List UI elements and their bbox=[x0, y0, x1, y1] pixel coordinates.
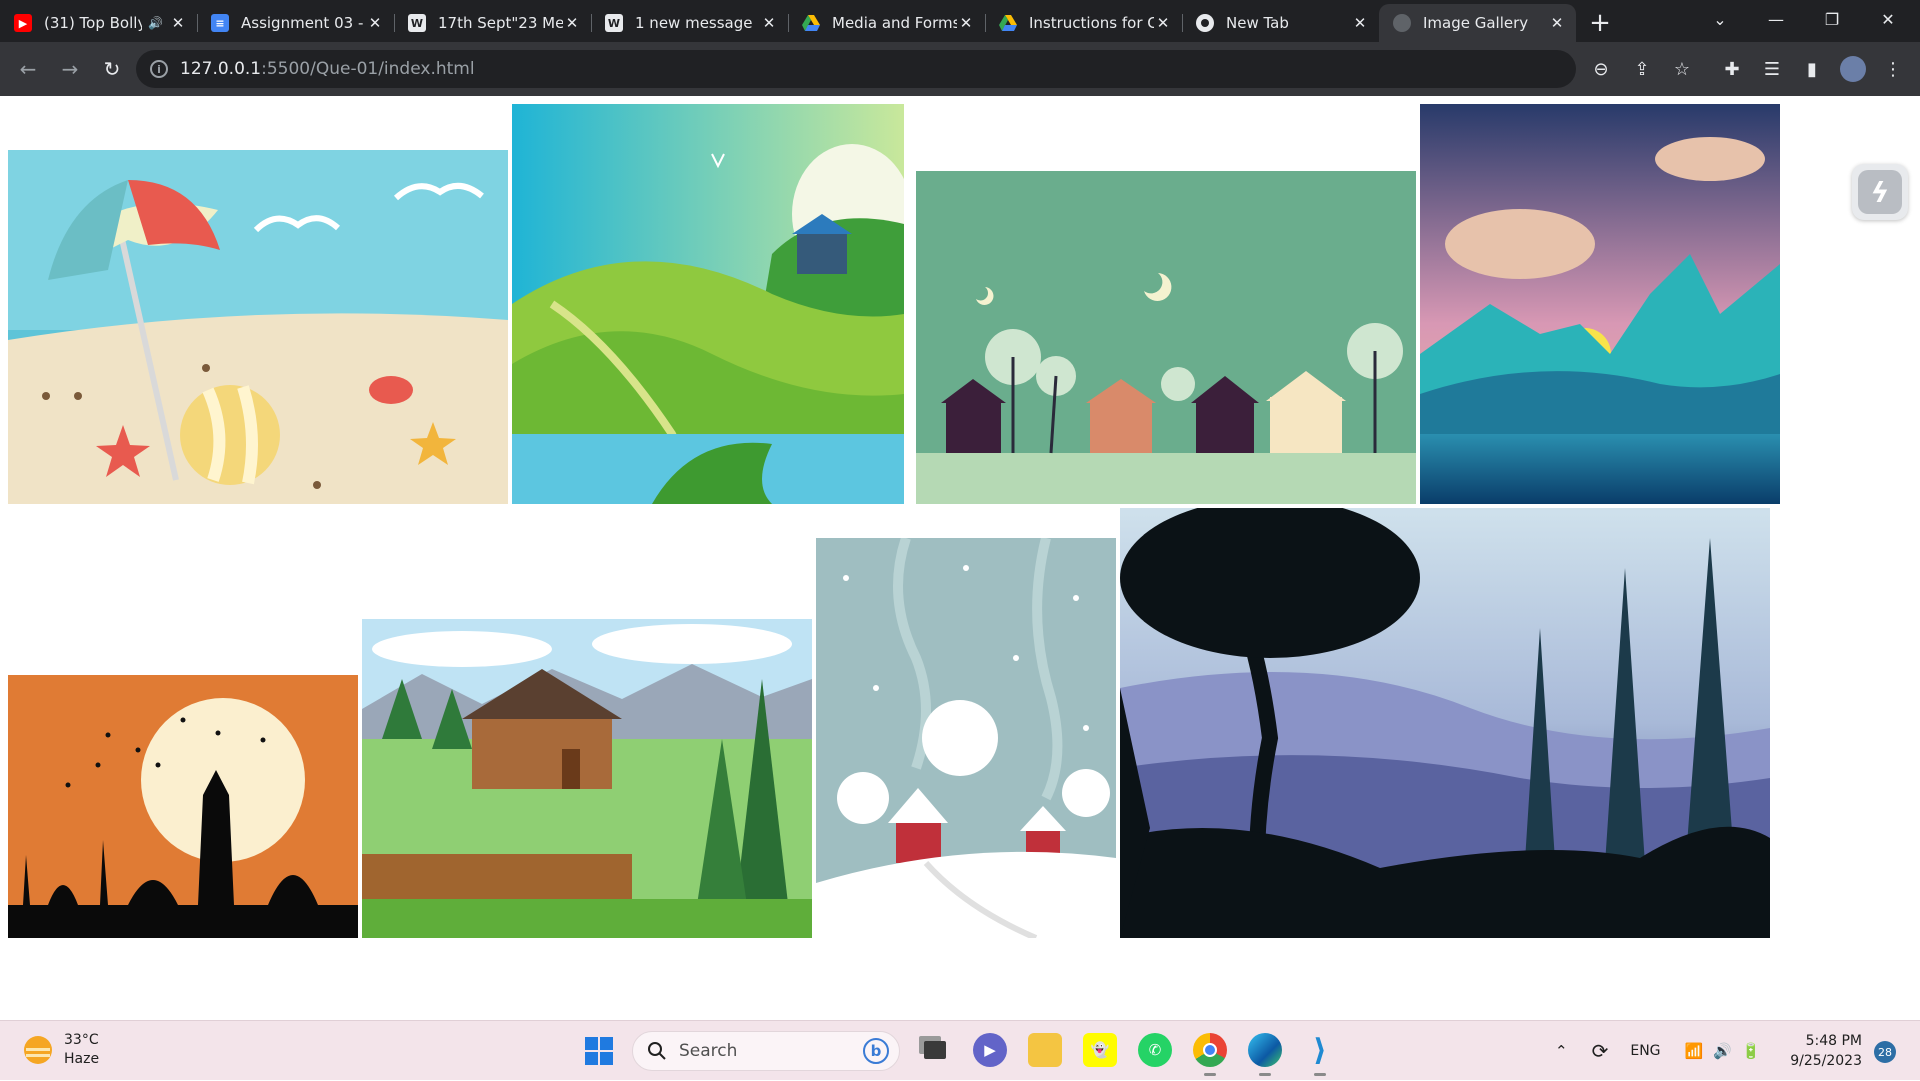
extensions-icon[interactable]: ✚ bbox=[1717, 54, 1747, 84]
search-placeholder: Search bbox=[679, 1041, 738, 1061]
bookmark-star-icon[interactable]: ☆ bbox=[1667, 54, 1697, 84]
haze-weather-icon bbox=[24, 1036, 52, 1064]
url-path: :5500/Que-01/index.html bbox=[261, 59, 475, 79]
close-icon[interactable]: ✕ bbox=[169, 14, 187, 32]
language-indicator[interactable]: ENG bbox=[1630, 1043, 1660, 1059]
share-icon[interactable]: ⇪ bbox=[1627, 54, 1657, 84]
wp-icon: W bbox=[408, 14, 426, 32]
youtube-icon: ▶ bbox=[14, 14, 32, 32]
profile-avatar[interactable] bbox=[1838, 54, 1868, 84]
lightning-icon: ϟ bbox=[1858, 170, 1902, 214]
village-houses-night-image bbox=[916, 171, 1416, 504]
task-view-icon[interactable] bbox=[918, 1033, 952, 1067]
green-hills-house-image bbox=[512, 104, 904, 504]
tab-title: 1 new message bbox=[635, 14, 753, 32]
close-icon[interactable]: ✕ bbox=[563, 14, 581, 32]
back-button[interactable]: ← bbox=[8, 49, 48, 89]
tab-strip: ▶ (31) Top Bolly 🔊 ✕ ≡ Assignment 03 - C… bbox=[0, 0, 1920, 42]
mosque-silhouette-sunset-image bbox=[8, 675, 358, 938]
windows-start-icon[interactable] bbox=[585, 1037, 613, 1065]
globe-icon bbox=[1393, 14, 1411, 32]
chrome-taskbar-icon[interactable] bbox=[1193, 1033, 1227, 1076]
sync-icon[interactable]: ⟳ bbox=[1592, 1039, 1609, 1063]
close-icon[interactable]: ✕ bbox=[1154, 14, 1172, 32]
url-host: 127.0.0.1 bbox=[180, 59, 262, 79]
image-gallery-page: ϟ bbox=[0, 96, 1920, 1020]
mountain-sunset-image bbox=[1420, 104, 1780, 504]
zoom-icon[interactable]: ⊖ bbox=[1586, 54, 1616, 84]
tab-title: Instructions for Co bbox=[1029, 14, 1154, 32]
reload-button[interactable]: ↻ bbox=[92, 49, 132, 89]
tab-title: (31) Top Bolly bbox=[44, 14, 143, 32]
tab-image-gallery[interactable]: Image Gallery ✕ bbox=[1379, 4, 1576, 42]
tab-assignment[interactable]: ≡ Assignment 03 - C ✕ bbox=[197, 4, 394, 42]
extension-floating-button[interactable]: ϟ bbox=[1852, 164, 1908, 220]
restore-button[interactable]: ❐ bbox=[1804, 0, 1860, 38]
side-panel-icon[interactable]: ▮ bbox=[1797, 54, 1827, 84]
tab-title: Assignment 03 - C bbox=[241, 14, 366, 32]
system-clock[interactable]: 5:48 PM 9/25/2023 bbox=[1790, 1031, 1862, 1071]
speaker-icon[interactable]: 🔊 bbox=[148, 16, 163, 30]
forward-button[interactable]: → bbox=[50, 49, 90, 89]
whatsapp-icon[interactable]: ✆ bbox=[1138, 1033, 1172, 1067]
weather-widget[interactable]: 33°C Haze bbox=[24, 1031, 99, 1069]
tab-title: Image Gallery bbox=[1423, 14, 1529, 32]
google-drive-icon bbox=[999, 14, 1017, 32]
wp-icon: W bbox=[605, 14, 623, 32]
browser-toolbar: ← → ↻ i 127.0.0.1:5500/Que-01/index.html… bbox=[0, 42, 1920, 96]
site-info-icon[interactable]: i bbox=[150, 60, 168, 78]
close-icon[interactable]: ✕ bbox=[366, 14, 384, 32]
tab-youtube[interactable]: ▶ (31) Top Bolly 🔊 ✕ bbox=[0, 4, 197, 42]
beach-scene-image bbox=[8, 150, 508, 504]
tab-instructions[interactable]: Instructions for Co ✕ bbox=[985, 4, 1182, 42]
tab-search-icon[interactable]: ⌄ bbox=[1692, 0, 1748, 38]
close-icon[interactable]: ✕ bbox=[1548, 14, 1566, 32]
clock-time: 5:48 PM bbox=[1805, 1033, 1862, 1049]
snowy-village-image bbox=[816, 538, 1116, 938]
taskbar-search[interactable]: Search b bbox=[632, 1031, 900, 1071]
edge-icon[interactable] bbox=[1248, 1033, 1282, 1076]
teams-chat-icon[interactable]: ▶ bbox=[973, 1033, 1007, 1067]
close-icon[interactable]: ✕ bbox=[957, 14, 975, 32]
tab-new-tab[interactable]: New Tab ✕ bbox=[1182, 4, 1379, 42]
chrome-icon bbox=[1196, 14, 1214, 32]
new-tab-button[interactable]: + bbox=[1580, 4, 1620, 42]
tab-17th-sept[interactable]: W 17th Sept"23 Med ✕ bbox=[394, 4, 591, 42]
vscode-icon[interactable]: ⟩ bbox=[1303, 1033, 1337, 1076]
windows-taskbar: 33°C Haze Search b ▶ 👻 ✆ ⟩ ⌃ ⟳ ENG 📶 🔊 🔋… bbox=[0, 1020, 1920, 1080]
search-icon bbox=[648, 1042, 666, 1060]
system-tray: ⌃ ⟳ ENG 📶 🔊 🔋 bbox=[1555, 1021, 1761, 1081]
google-drive-icon bbox=[802, 14, 820, 32]
chevron-up-icon[interactable]: ⌃ bbox=[1555, 1042, 1568, 1060]
weather-temp: 33°C bbox=[64, 1032, 99, 1048]
tab-title: New Tab bbox=[1226, 14, 1289, 32]
weather-condition: Haze bbox=[64, 1051, 100, 1067]
close-window-button[interactable]: ✕ bbox=[1860, 0, 1916, 38]
clock-date: 9/25/2023 bbox=[1790, 1053, 1862, 1069]
forest-silhouette-mountains-image bbox=[1120, 508, 1770, 938]
google-docs-icon: ≡ bbox=[211, 14, 229, 32]
close-icon[interactable]: ✕ bbox=[760, 14, 778, 32]
log-cabin-forest-image bbox=[362, 619, 812, 938]
notification-badge[interactable]: 28 bbox=[1874, 1041, 1896, 1063]
snapchat-icon[interactable]: 👻 bbox=[1083, 1033, 1117, 1067]
bing-icon[interactable]: b bbox=[863, 1038, 889, 1064]
wifi-icon[interactable]: 📶 bbox=[1685, 1042, 1704, 1060]
tab-title: 17th Sept"23 Med bbox=[438, 14, 563, 32]
menu-icon[interactable]: ⋮ bbox=[1878, 54, 1908, 84]
battery-icon[interactable]: 🔋 bbox=[1742, 1042, 1761, 1060]
close-icon[interactable]: ✕ bbox=[1351, 14, 1369, 32]
tab-new-message[interactable]: W 1 new message ✕ bbox=[591, 4, 788, 42]
file-explorer-icon[interactable] bbox=[1028, 1033, 1062, 1067]
volume-icon[interactable]: 🔊 bbox=[1713, 1042, 1732, 1060]
tab-title: Media and Forms bbox=[832, 14, 957, 32]
tab-media-forms[interactable]: Media and Forms ✕ bbox=[788, 4, 985, 42]
minimize-button[interactable]: — bbox=[1748, 0, 1804, 38]
address-bar[interactable]: i 127.0.0.1:5500/Que-01/index.html bbox=[136, 50, 1576, 88]
media-control-icon[interactable]: ☰ bbox=[1757, 54, 1787, 84]
